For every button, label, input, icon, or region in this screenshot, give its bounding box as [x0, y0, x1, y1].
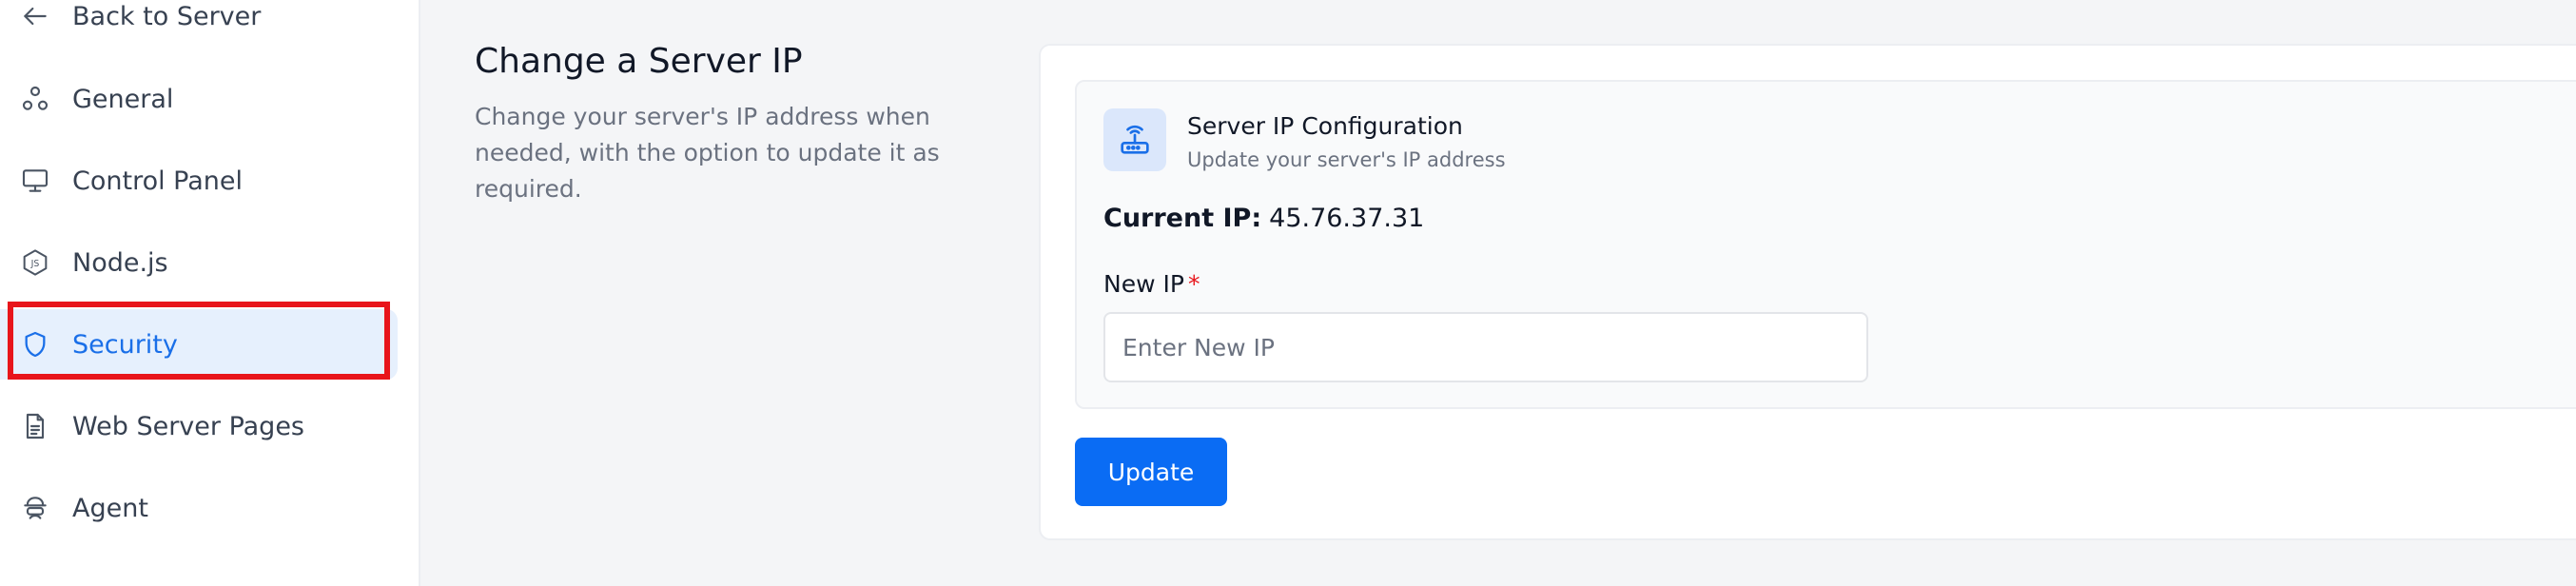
nodejs-icon: JS — [19, 246, 51, 279]
shield-icon — [19, 328, 51, 361]
current-ip-label: Current IP: — [1103, 204, 1262, 233]
sidebar-item-back-to-server[interactable]: Back to Server — [0, 0, 398, 51]
sidebar-item-agent[interactable]: Agent — [0, 473, 398, 543]
update-button[interactable]: Update — [1075, 438, 1227, 506]
config-title: Server IP Configuration — [1187, 112, 1463, 140]
app: Back to Server General Control Panel JS … — [0, 0, 2576, 586]
main-content: Change a Server IP Change your server's … — [420, 0, 2576, 586]
sidebar: Back to Server General Control Panel JS … — [0, 0, 420, 586]
sidebar-item-label: General — [72, 84, 174, 114]
sidebar-item-label: Back to Server — [72, 1, 262, 31]
new-ip-label: New IP * — [1103, 270, 1200, 298]
sidebar-item-label: Control Panel — [72, 166, 244, 196]
agent-icon — [19, 492, 51, 524]
sidebar-item-label: Security — [72, 329, 178, 360]
router-icon — [1103, 108, 1166, 171]
current-ip-value: 45.76.37.31 — [1269, 204, 1425, 233]
monitor-icon — [19, 165, 51, 197]
document-icon — [19, 410, 51, 442]
sidebar-item-nodejs[interactable]: JS Node.js — [0, 227, 398, 298]
required-mark: * — [1187, 270, 1200, 298]
nodes-icon — [19, 83, 51, 115]
page-description: Change your server's IP address when nee… — [475, 103, 940, 203]
sidebar-item-web-server-pages[interactable]: Web Server Pages — [0, 391, 398, 461]
config-subtitle: Update your server's IP address — [1187, 148, 1506, 171]
page-title: Change a Server IP — [475, 42, 803, 81]
sidebar-item-label: Web Server Pages — [72, 411, 305, 441]
sidebar-item-security[interactable]: Security — [0, 309, 398, 380]
new-ip-input[interactable] — [1103, 312, 1868, 382]
svg-text:JS: JS — [30, 259, 40, 269]
new-ip-label-text: New IP — [1103, 270, 1184, 298]
server-ip-config-panel: Server IP Configuration Update your serv… — [1075, 80, 2576, 409]
arrow-left-icon — [19, 0, 51, 32]
sidebar-item-general[interactable]: General — [0, 64, 398, 134]
sidebar-item-label: Agent — [72, 493, 148, 523]
sidebar-item-label: Node.js — [72, 247, 168, 278]
sidebar-item-control-panel[interactable]: Control Panel — [0, 146, 398, 216]
current-ip: Current IP: 45.76.37.31 — [1103, 204, 1424, 233]
server-ip-card: Server IP Configuration Update your serv… — [1039, 44, 2576, 540]
